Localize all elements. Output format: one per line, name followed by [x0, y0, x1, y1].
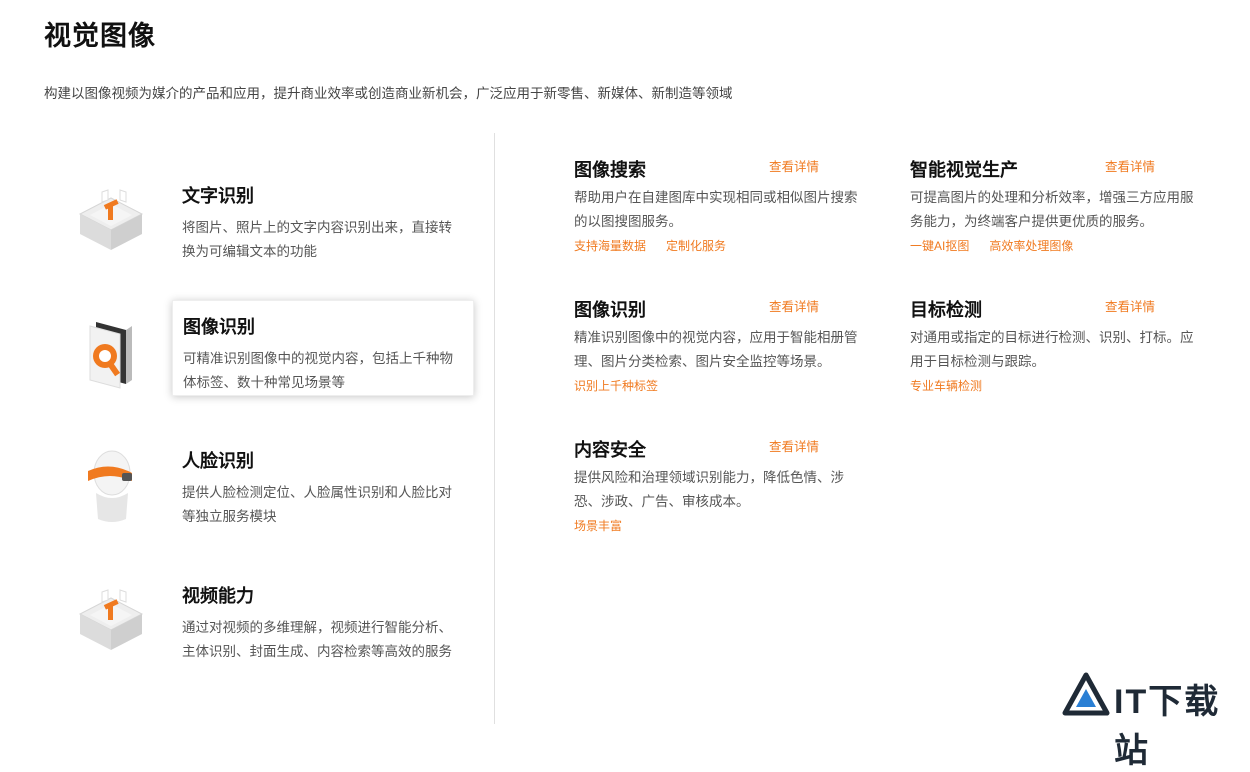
category-text-recognition[interactable]: 文字识别 将图片、照片上的文字内容识别出来，直接转换为可编辑文本的功能: [40, 170, 480, 270]
image-recognition-icon: [89, 322, 132, 389]
category-text: 人脸识别 提供人脸检测定位、人脸属性识别和人脸比对等独立服务模块: [172, 435, 474, 531]
product-card-image-search: 图像搜索 查看详情 帮助用户在自建图库中实现相同或相似图片搜索的以图搜图服务。 …: [574, 156, 864, 276]
product-card-image-recognition: 图像识别 查看详情 精准识别图像中的视觉内容，应用于智能相册管理、图片分类检索、…: [574, 296, 864, 416]
view-details-link[interactable]: 查看详情: [1105, 296, 1155, 315]
watermark-logo: IT下载站: [1062, 672, 1242, 770]
tag-link[interactable]: 识别上千种标签: [574, 379, 658, 393]
video-ability-icon: [78, 589, 144, 650]
category-video-ability[interactable]: 视频能力 通过对视频的多维理解，视频进行智能分析、主体识别、封面生成、内容检索等…: [40, 570, 480, 670]
face-recognition-icon: [88, 450, 132, 522]
page-description: 构建以图像视频为媒介的产品和应用，提升商业效率或创造商业新机会，广泛应用于新零售…: [44, 86, 733, 101]
category-face-recognition[interactable]: 人脸识别 提供人脸检测定位、人脸属性识别和人脸比对等独立服务模块: [40, 435, 480, 535]
tag-link[interactable]: 支持海量数据: [574, 239, 646, 253]
view-details-link[interactable]: 查看详情: [769, 156, 819, 175]
card-description: 帮助用户在自建图库中实现相同或相似图片搜索的以图搜图服务。: [574, 190, 858, 229]
tag-link[interactable]: 定制化服务: [666, 239, 726, 253]
card-tags: 场景丰富: [574, 517, 642, 534]
tag-link[interactable]: 专业车辆检测: [910, 379, 982, 393]
card-description: 可提高图片的处理和分析效率，增强三方应用服务能力，为终端客户提供更优质的服务。: [910, 190, 1194, 229]
card-description: 对通用或指定的目标进行检测、识别、打标。应用于目标检测与跟踪。: [910, 330, 1194, 369]
card-description: 提供风险和治理领域识别能力，降低色情、涉恐、涉政、广告、审核成本。: [574, 470, 844, 509]
category-image-recognition[interactable]: 图像识别 可精准识别图像中的视觉内容，包括上千种物体标签、数十种常见场景等: [40, 300, 480, 400]
vertical-divider: [494, 133, 495, 724]
card-tags: 识别上千种标签: [574, 377, 678, 394]
card-tags: 专业车辆检测: [910, 377, 1002, 394]
view-details-link[interactable]: 查看详情: [769, 296, 819, 315]
category-title: 图像识别: [183, 317, 255, 337]
product-card-object-detection: 目标检测 查看详情 对通用或指定的目标进行检测、识别、打标。应用于目标检测与跟踪…: [910, 296, 1200, 416]
category-description: 可精准识别图像中的视觉内容，包括上千种物体标签、数十种常见场景等: [183, 351, 453, 390]
category-title: 文字识别: [182, 186, 254, 206]
triangle-logo-icon: [1062, 672, 1110, 716]
watermark-text: IT下载站: [1114, 683, 1221, 770]
card-title: 目标检测: [910, 300, 982, 320]
category-text: 图像识别 可精准识别图像中的视觉内容，包括上千种物体标签、数十种常见场景等: [172, 300, 474, 396]
card-tags: 支持海量数据 定制化服务: [574, 237, 746, 254]
text-recognition-icon: [78, 189, 144, 250]
category-description: 通过对视频的多维理解，视频进行智能分析、主体识别、封面生成、内容检索等高效的服务: [182, 620, 452, 659]
product-card-content-security: 内容安全 查看详情 提供风险和治理领域识别能力，降低色情、涉恐、涉政、广告、审核…: [574, 436, 864, 556]
category-description: 将图片、照片上的文字内容识别出来，直接转换为可编辑文本的功能: [182, 220, 452, 259]
category-text: 视频能力 通过对视频的多维理解，视频进行智能分析、主体识别、封面生成、内容检索等…: [172, 570, 474, 666]
view-details-link[interactable]: 查看详情: [1105, 156, 1155, 175]
view-details-link[interactable]: 查看详情: [769, 436, 819, 455]
category-title: 人脸识别: [182, 451, 254, 471]
tag-link[interactable]: 一键AI抠图: [910, 239, 969, 253]
category-description: 提供人脸检测定位、人脸属性识别和人脸比对等独立服务模块: [182, 485, 452, 524]
card-tags: 一键AI抠图 高效率处理图像: [910, 237, 1093, 254]
category-text: 文字识别 将图片、照片上的文字内容识别出来，直接转换为可编辑文本的功能: [172, 170, 474, 266]
card-title: 图像搜索: [574, 160, 646, 180]
category-title: 视频能力: [182, 586, 254, 606]
category-list: 文字识别 将图片、照片上的文字内容识别出来，直接转换为可编辑文本的功能 图像识别…: [40, 135, 490, 724]
tag-link[interactable]: 场景丰富: [574, 519, 622, 533]
card-title: 图像识别: [574, 300, 646, 320]
page-title: 视觉图像: [44, 21, 156, 51]
card-title: 智能视觉生产: [910, 160, 1018, 180]
tag-link[interactable]: 高效率处理图像: [989, 239, 1073, 253]
product-card-smart-vision-production: 智能视觉生产 查看详情 可提高图片的处理和分析效率，增强三方应用服务能力，为终端…: [910, 156, 1200, 276]
card-description: 精准识别图像中的视觉内容，应用于智能相册管理、图片分类检索、图片安全监控等场景。: [574, 330, 858, 369]
card-title: 内容安全: [574, 440, 646, 460]
